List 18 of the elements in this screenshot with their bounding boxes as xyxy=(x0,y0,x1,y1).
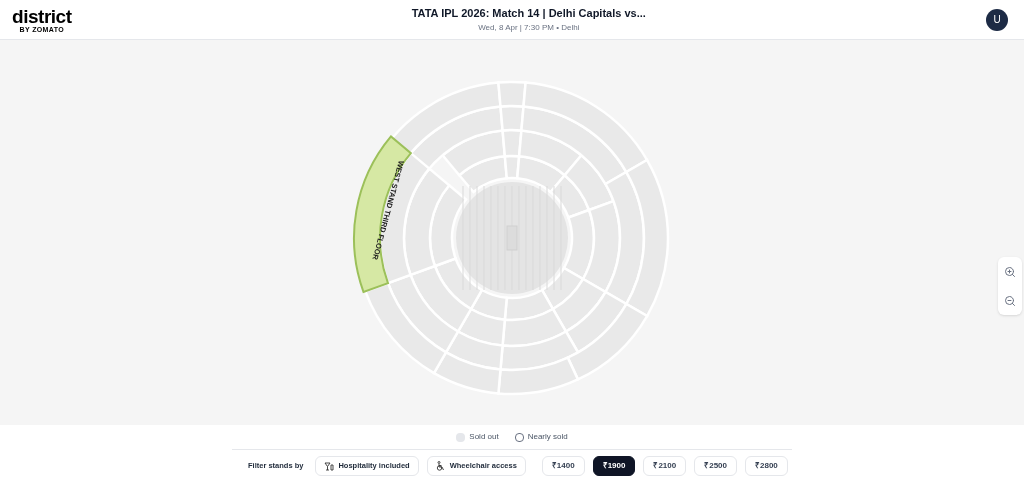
cocktail-icon xyxy=(324,461,335,471)
price-chip[interactable]: ₹1900 xyxy=(592,456,636,476)
price-chip[interactable]: ₹1400 xyxy=(541,456,585,476)
event-title: TATA IPL 2026: Match 14 | Delhi Capitals vs... xyxy=(411,6,646,22)
event-subtitle: Wed, 8 Apr | 7:30 PM • Delhi xyxy=(478,21,580,34)
price-chip[interactable]: ₹2100 xyxy=(643,456,687,476)
price-chip[interactable]: ₹2800 xyxy=(745,456,788,476)
legend-label: Nearly sold xyxy=(527,431,568,443)
logo[interactable]: district xyxy=(12,6,72,26)
legend-label: Sold out xyxy=(469,431,499,443)
zoom-in-icon[interactable] xyxy=(1004,265,1016,278)
wheelchair-icon xyxy=(435,461,446,471)
zoom-out-icon[interactable] xyxy=(1004,294,1016,307)
stand-section[interactable] xyxy=(353,135,412,294)
avatar[interactable]: U xyxy=(986,8,1008,31)
legend-swatch xyxy=(514,432,524,442)
price-chip[interactable]: ₹2500 xyxy=(694,456,737,476)
legend-swatch xyxy=(456,432,466,442)
